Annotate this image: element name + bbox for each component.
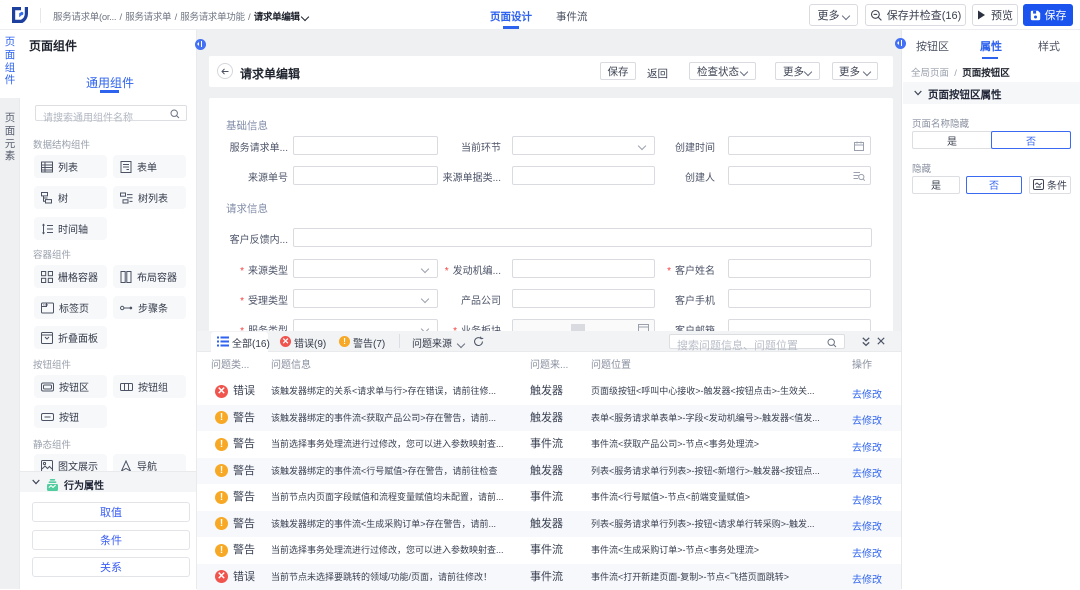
- svg-text:TAB: TAB: [43, 302, 48, 306]
